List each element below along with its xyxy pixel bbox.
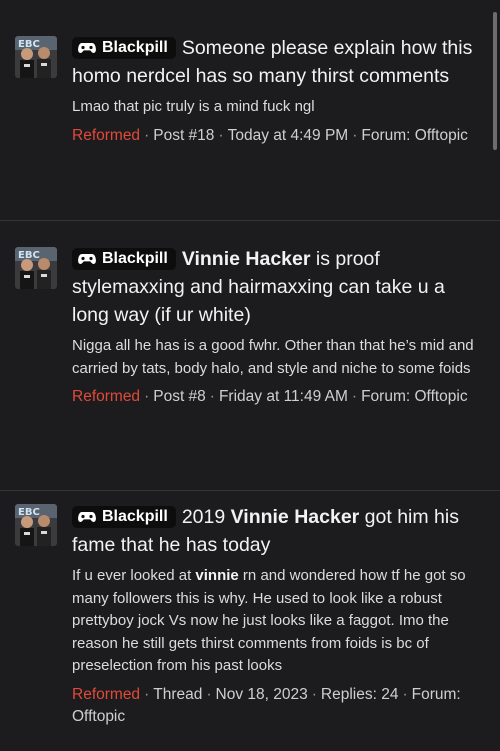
post-number[interactable]: Thread xyxy=(153,686,202,703)
result-item[interactable]: EBC Blackpill 2019 Vinnie Hacker got him … xyxy=(0,491,500,751)
avatar[interactable]: EBC xyxy=(15,247,57,289)
prefix-label[interactable]: Blackpill xyxy=(72,37,176,59)
user-role[interactable]: Reformed xyxy=(72,388,140,405)
result-snippet: Nigga all he has is a good fwhr. Other t… xyxy=(72,337,474,377)
scrollbar[interactable] xyxy=(493,12,497,150)
result-title[interactable]: Blackpill Vinnie Hacker is proof stylemax… xyxy=(72,245,484,329)
result-snippet: If u ever looked at vinnie rn and wonder… xyxy=(72,567,466,674)
post-date: Today at 4:49 PM xyxy=(227,126,349,144)
controller-icon xyxy=(78,43,96,53)
controller-icon xyxy=(78,512,96,522)
search-results-list: EBC Blackpill Someone please explain how … xyxy=(0,0,500,751)
prefix-label[interactable]: Blackpill xyxy=(72,506,176,528)
forum-link[interactable]: Forum: Offtopic xyxy=(361,388,468,405)
prefix-label[interactable]: Blackpill xyxy=(72,248,176,270)
avatar[interactable]: EBC xyxy=(15,36,57,78)
replies-count: Replies: 24 xyxy=(320,685,399,703)
result-meta: Reformed · Thread · Nov 18, 2023 · Replies: 24… xyxy=(72,685,461,726)
result-title[interactable]: Blackpill Someone please explain how this… xyxy=(72,34,484,90)
result-meta: Reformed · Post #8 · Friday at 11:49 AM · Foru… xyxy=(72,388,468,405)
result-snippet: Lmao that pic truly is a mind fuck ngl xyxy=(72,98,315,115)
result-item[interactable]: EBC Blackpill Vinnie Hacker is proof styl… xyxy=(0,221,500,491)
user-role[interactable]: Reformed xyxy=(72,686,140,703)
user-role[interactable]: Reformed xyxy=(72,127,140,144)
post-date: Nov 18, 2023 xyxy=(215,685,308,703)
post-number[interactable]: Post #18 xyxy=(153,127,214,144)
avatar[interactable]: EBC xyxy=(15,504,57,546)
post-date: Friday at 11:49 AM xyxy=(218,388,348,405)
result-title[interactable]: Blackpill 2019 Vinnie Hacker got him his … xyxy=(72,503,484,559)
result-meta: Reformed · Post #18 · Today at 4:49 PM · Forum… xyxy=(72,126,468,144)
forum-link[interactable]: Forum: Offtopic xyxy=(361,127,468,144)
post-number[interactable]: Post #8 xyxy=(153,388,206,405)
controller-icon xyxy=(78,254,96,264)
result-item[interactable]: EBC Blackpill Someone please explain how … xyxy=(0,0,500,221)
